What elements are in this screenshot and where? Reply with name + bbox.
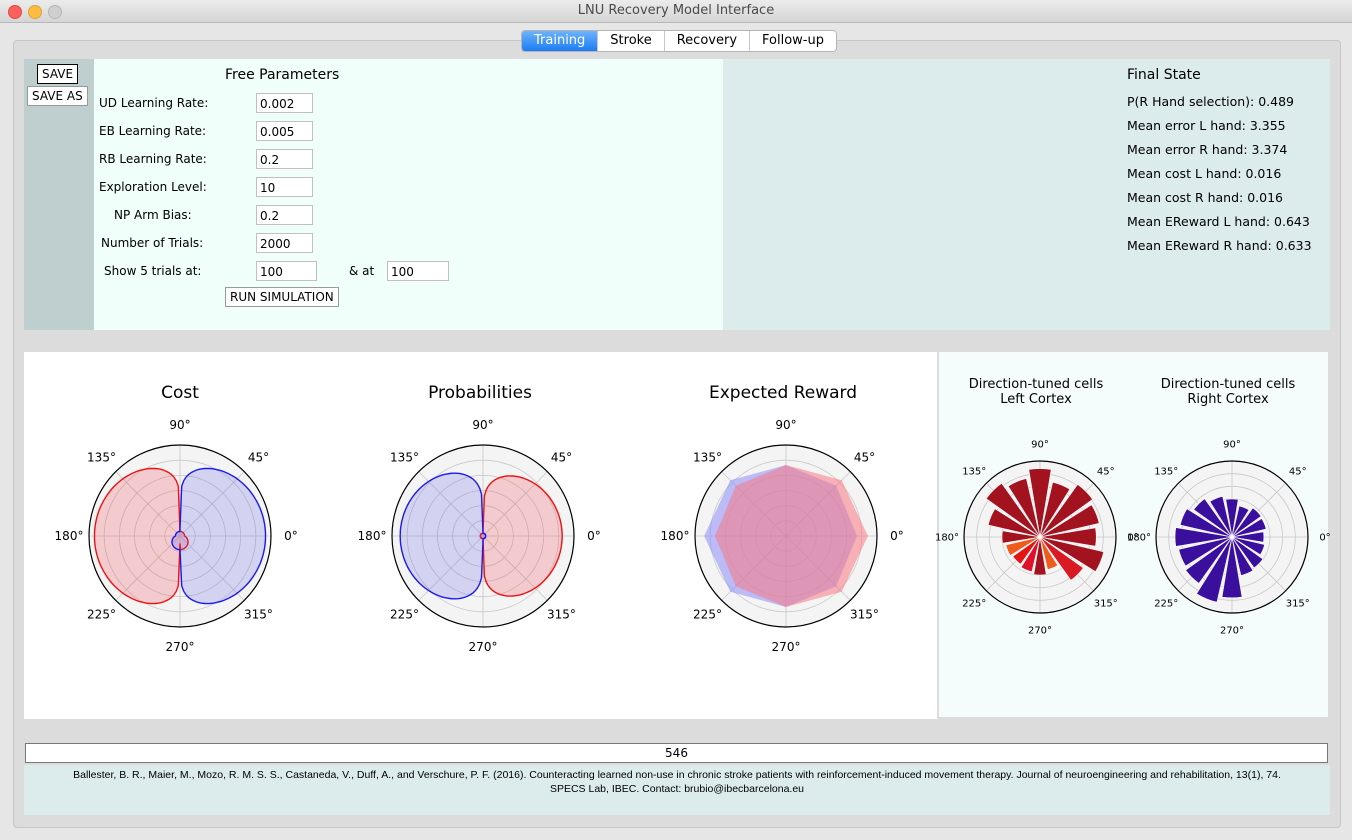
polar-angle-label: 180° [1127,533,1151,544]
polar-angle-label: 180° [358,529,387,543]
left-cells-title-line2: Left Cortex [1000,392,1072,407]
polar-angle-label: 45° [1289,467,1307,478]
polar-angle-label: 180° [55,529,84,543]
cost-plot-title: Cost [161,383,199,403]
polar-angle-label: 225° [390,608,419,622]
probabilities-plot-title: Probabilities [428,383,532,403]
polar-angle-label: 315° [1094,598,1118,609]
polar-angle-label: 225° [87,608,116,622]
polar-angle-label: 135° [962,467,986,478]
polar-angle-label: 45° [248,451,269,465]
polar-angle-label: 0° [587,529,601,543]
right-cortex-polar-plot: 0° 45° 90° 135° 180° 225° 270° 315° [1127,440,1331,637]
polar-angle-label: 135° [1154,467,1178,478]
polar-angle-label: 45° [551,451,572,465]
left-cortex-polar-plot: 0°45°90°135°180°225°270°315° [935,440,1139,637]
polar-angle-label: 45° [1097,467,1115,478]
right-cells-title-line1: Direction-tuned cells [1161,377,1296,392]
polar-angle-label: 270° [166,640,195,654]
polar-angle-label: 90° [1223,440,1241,451]
right-cells-title-line2: Right Cortex [1187,392,1269,407]
polar-angle-label: 135° [693,451,722,465]
polar-angle-label: 45° [854,451,875,465]
polar-angle-label: 180° [661,529,690,543]
polar-angle-label: 90° [1031,440,1049,451]
polar-angle-label: 90° [472,418,493,432]
probabilities-polar-plot: 0° 45° 90° 135° 180° 225° 270° 315° [358,418,601,654]
polar-angle-label: 315° [850,608,879,622]
polar-angle-label: 0° [890,529,904,543]
polar-angle-label: 225° [962,598,986,609]
left-cells-title-line1: Direction-tuned cells [969,377,1104,392]
polar-angle-label: 315° [547,608,576,622]
polar-angle-label: 270° [772,640,801,654]
citation-text: Ballester, B. R., Maier, M., Mozo, R. M.… [73,769,1281,781]
trial-progress-bar: 546 [25,743,1328,763]
polar-angle-label: 0° [1319,533,1330,544]
contact-text: SPECS Lab, IBEC. Contact: brubio@ibecbar… [549,783,805,795]
polar-angle-label: 315° [244,608,273,622]
polar-angle-label: 0° [284,529,298,543]
polar-angle-label: 225° [1154,598,1178,609]
polar-angle-label: 180° [935,533,959,544]
polar-angle-label: 135° [390,451,419,465]
expected-reward-plot-title: Expected Reward [709,383,857,403]
polar-angle-label: 90° [169,418,190,432]
citation-footer: Ballester, B. R., Maier, M., Mozo, R. M.… [24,765,1330,815]
polar-angle-label: 135° [87,451,116,465]
polar-angle-label: 90° [775,418,796,432]
polar-angle-label: 225° [693,608,722,622]
polar-angle-label: 270° [469,640,498,654]
polar-angle-label: 315° [1286,598,1310,609]
polar-angle-label: 270° [1220,626,1244,637]
cost-polar-plot: 0° 45° 90° 135° 180° 225° 270° 315° [55,418,298,654]
plots-canvas: Cost Probabilities Expected Reward Direc… [55,377,1331,654]
polar-angle-label: 270° [1028,626,1052,637]
expected-reward-polar-plot: 0° 45° 90° 135° 180° 225° 270° 315° [661,418,904,654]
